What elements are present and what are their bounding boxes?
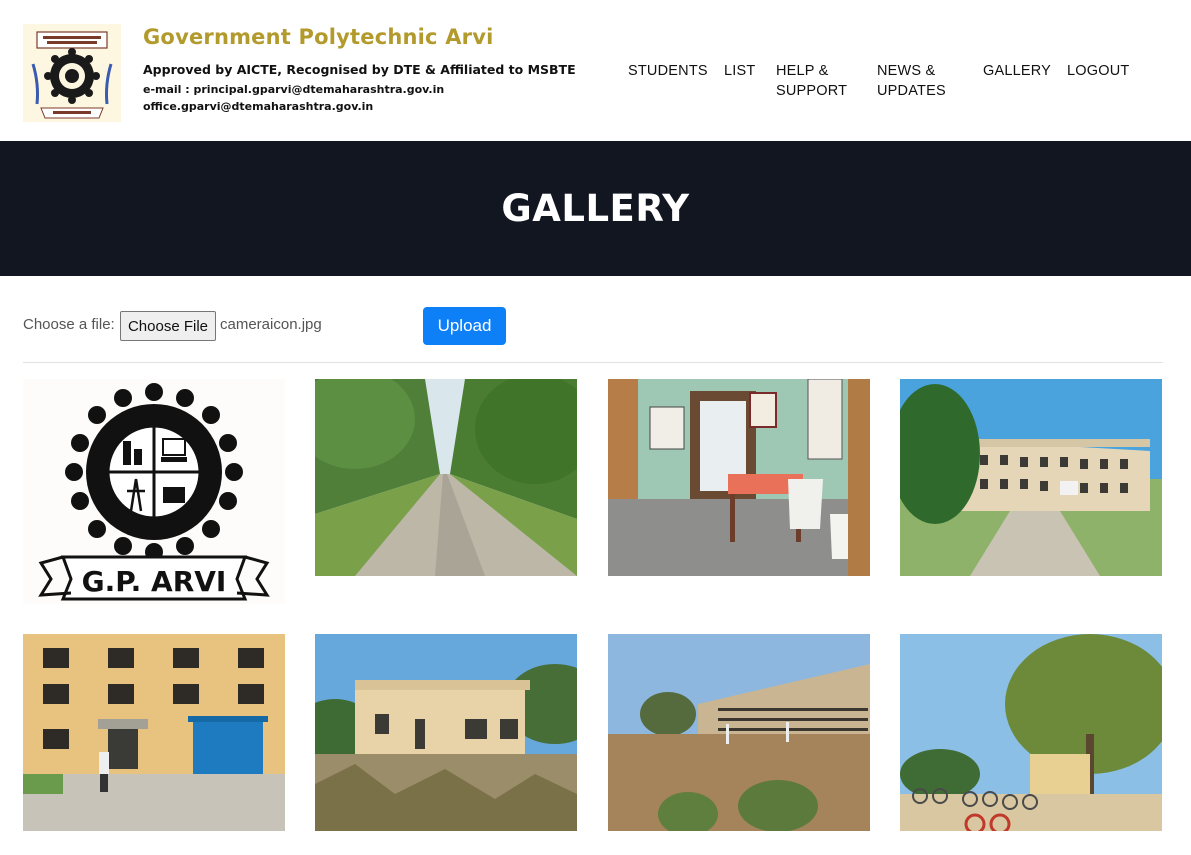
approval-statement: Approved by AICTE, Recognised by DTE & A… — [143, 62, 576, 77]
page-title: GALLERY — [501, 187, 690, 230]
gallery-image-small-building[interactable] — [315, 634, 577, 831]
gallery-image-bicycles[interactable] — [900, 634, 1162, 831]
gallery-image-office[interactable] — [608, 379, 870, 576]
page-banner: GALLERY — [0, 141, 1191, 276]
choose-file-button[interactable]: Choose File — [120, 311, 216, 341]
site-header: Government Polytechnic Arvi Approved by … — [0, 0, 1191, 141]
principal-email: e-mail : principal.gparvi@dtemaharashtra… — [143, 83, 445, 96]
office-email: office.gparvi@dtemaharashtra.gov.in — [143, 100, 374, 113]
nav-students[interactable]: STUDENTS — [628, 61, 708, 81]
college-name: Government Polytechnic Arvi — [143, 25, 494, 49]
nav-gallery[interactable]: GALLERY — [983, 61, 1051, 81]
gallery-image-road[interactable] — [315, 379, 577, 576]
gallery-image-ground[interactable] — [608, 634, 870, 831]
gallery-image-entrance[interactable] — [23, 634, 285, 831]
nav-news-updates[interactable]: NEWS & UPDATES — [877, 61, 957, 101]
selected-file-name: cameraicon.jpg — [220, 316, 322, 333]
upload-button[interactable]: Upload — [423, 307, 506, 345]
logo-caption: G.P. ARVI — [82, 565, 227, 598]
nav-help-support[interactable]: HELP & SUPPORT — [776, 61, 856, 101]
gallery-image-building[interactable] — [900, 379, 1162, 576]
section-divider — [23, 362, 1163, 363]
choose-file-label: Choose a file: — [23, 316, 115, 333]
gallery-image-logo[interactable]: G.P. ARVI — [23, 379, 285, 604]
nav-logout[interactable]: LOGOUT — [1067, 61, 1129, 81]
nav-list[interactable]: LIST — [724, 61, 755, 81]
college-emblem-logo[interactable] — [23, 24, 121, 122]
